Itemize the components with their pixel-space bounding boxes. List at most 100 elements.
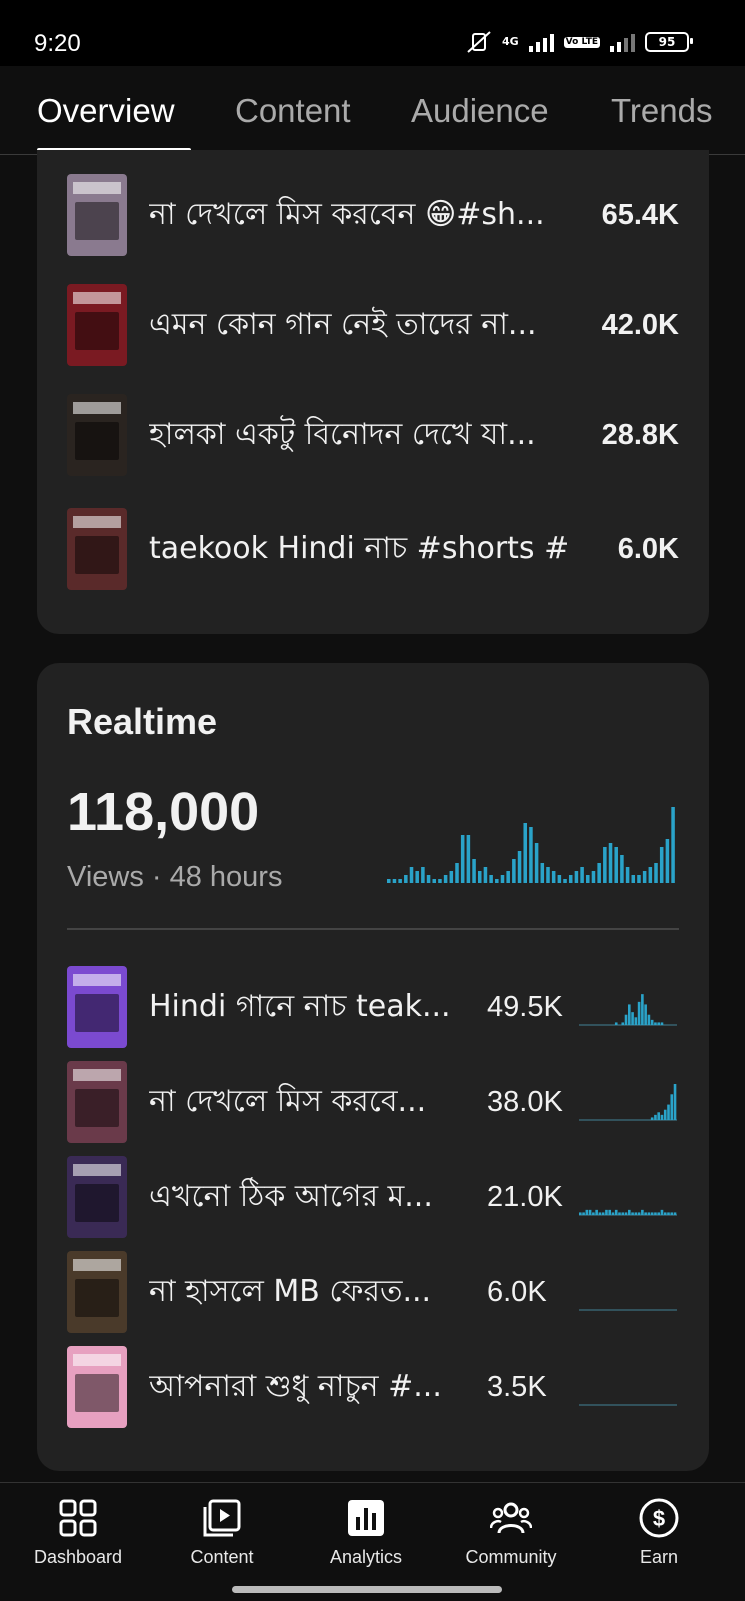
bottom-nav: Dashboard Content Analytics Community $ … — [0, 1482, 745, 1601]
tab-content[interactable]: Content — [235, 92, 351, 130]
realtime-title: Realtime — [67, 701, 218, 742]
nav-label: Dashboard — [33, 1547, 123, 1567]
realtime-bar — [517, 851, 522, 883]
realtime-bar — [495, 879, 499, 883]
realtime-bar — [625, 867, 630, 883]
nav-label: Content — [190, 1547, 254, 1567]
realtime-bar — [489, 875, 493, 883]
video-sparkline — [579, 1404, 677, 1406]
tab-bar: Overview Content Audience Trends — [0, 66, 745, 155]
sparkline-bar — [667, 1104, 670, 1120]
nav-earn[interactable]: $ Earn — [594, 1497, 724, 1568]
realtime-bar — [443, 875, 448, 883]
nav-content[interactable]: Content — [157, 1497, 287, 1568]
realtime-list-item[interactable]: এখনো ঠিক আগের ম... 21.0K — [67, 1156, 679, 1238]
realtime-list-item[interactable]: Hindi গানে নাচ teak... 49.5K — [67, 966, 679, 1048]
sparkline-bar — [657, 1112, 661, 1120]
realtime-bar — [523, 823, 527, 883]
sparkline-bar — [601, 1212, 605, 1215]
sparkline-bar — [644, 1212, 647, 1215]
content-icon — [203, 1499, 241, 1537]
tab-audience[interactable]: Audience — [411, 92, 549, 130]
realtime-list-item[interactable]: না দেখলে মিস করবে... 38.0K — [67, 1061, 679, 1143]
realtime-bar — [620, 855, 624, 883]
list-item[interactable]: taekook Hindi নাচ #shorts #... 6.0K — [67, 508, 679, 590]
network-type: 4G — [501, 35, 519, 48]
nav-label: Analytics — [329, 1547, 403, 1567]
nav-analytics[interactable]: Analytics — [301, 1497, 431, 1568]
realtime-bar — [551, 871, 556, 883]
realtime-bar — [580, 867, 584, 883]
video-views: 21.0K — [487, 1180, 563, 1213]
status-time: 9:20 — [34, 30, 81, 57]
home-indicator — [232, 1586, 502, 1593]
signal-icon — [528, 32, 554, 52]
sparkline-bar — [654, 1114, 657, 1120]
realtime-list-item[interactable]: না হাসলে MB ফেরত... 6.0K — [67, 1251, 679, 1333]
tab-trends[interactable]: Trends — [611, 92, 712, 130]
svg-text:$: $ — [653, 1506, 665, 1531]
sparkline-bar — [595, 1209, 598, 1215]
video-title: না দেখলে মিস করবে... — [149, 1083, 427, 1119]
realtime-bar — [409, 867, 414, 883]
realtime-bar — [421, 867, 425, 883]
realtime-bar — [671, 807, 675, 883]
realtime-bar — [506, 871, 510, 883]
video-sparkline — [579, 994, 677, 1026]
list-item[interactable]: এমন কোন গান নেই তাদের না... 42.0K — [67, 284, 679, 366]
sparkline-bar — [670, 1094, 674, 1120]
sparkline-bar — [631, 1012, 634, 1025]
realtime-bar — [432, 879, 437, 883]
realtime-bar — [483, 867, 488, 883]
divider — [67, 928, 679, 930]
sparkline-bar — [618, 1212, 621, 1215]
realtime-bar — [603, 847, 607, 883]
sparkline-bar — [644, 1004, 647, 1025]
analytics-icon — [348, 1500, 384, 1536]
sparkline-bar — [673, 1084, 677, 1120]
signal-2-icon — [610, 32, 635, 52]
video-thumbnail — [67, 394, 127, 476]
video-thumbnail — [67, 1251, 127, 1333]
sparkline-bar — [654, 1022, 657, 1025]
nav-dashboard[interactable]: Dashboard — [13, 1497, 143, 1568]
realtime-bar — [460, 835, 465, 883]
sparkline-bar — [641, 994, 644, 1025]
list-item[interactable]: না দেখলে মিস করবেন 😁#sh... 65.4K — [67, 174, 679, 256]
vibrate-off-icon — [467, 31, 491, 53]
video-sparkline — [579, 1309, 677, 1311]
sparkline-bar — [641, 1209, 644, 1215]
sparkline-bar — [650, 1212, 654, 1215]
realtime-bar — [529, 827, 533, 883]
realtime-bar — [665, 839, 670, 883]
sparkline-bar — [647, 1212, 651, 1215]
realtime-bar — [477, 871, 482, 883]
video-views: 49.5K — [487, 990, 563, 1023]
video-views: 28.8K — [601, 418, 679, 451]
realtime-list-item[interactable]: আপনারা শুধু নাচুন #... 3.5K — [67, 1346, 679, 1428]
list-item[interactable]: হালকা একটু বিনোদন দেখে যা... 28.8K — [67, 394, 679, 476]
sparkline-bar — [592, 1212, 595, 1215]
realtime-bar — [404, 875, 408, 883]
realtime-bar — [500, 875, 505, 883]
sparkline-bar — [660, 1114, 664, 1120]
realtime-bar — [586, 875, 590, 883]
video-views: 42.0K — [601, 308, 679, 341]
realtime-views-label: Views · 48 hours — [67, 861, 283, 893]
realtime-bar — [512, 859, 516, 883]
sparkline-bar — [628, 1004, 631, 1025]
realtime-bar — [568, 875, 573, 883]
status-icons: 4G Vo LTE 95 — [466, 30, 693, 54]
realtime-bar — [597, 863, 601, 883]
sparkline-bar — [621, 1212, 625, 1215]
volte-icon: Vo LTE — [563, 36, 600, 48]
status-bar: 9:20 4G Vo LTE 95 — [0, 0, 745, 66]
realtime-bar — [637, 875, 641, 883]
video-title: Hindi গানে নাচ teak... — [149, 988, 449, 1024]
realtime-bar — [387, 879, 391, 883]
nav-community[interactable]: Community — [446, 1497, 576, 1568]
realtime-views-count: 118,000 — [67, 782, 260, 842]
realtime-card[interactable]: Realtime 118,000 Views · 48 hours Hindi … — [37, 663, 709, 1471]
video-thumbnail — [67, 174, 127, 256]
tab-overview[interactable]: Overview — [37, 92, 175, 130]
